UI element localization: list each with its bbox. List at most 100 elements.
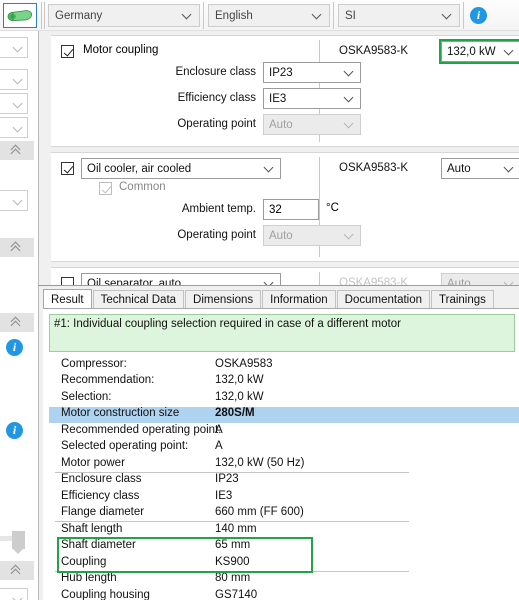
result-row-value: 80 mm (215, 572, 251, 584)
result-row[interactable]: Flange diameter 660 mm (FF 600) (49, 506, 519, 523)
scrollbar-thumb[interactable] (12, 531, 25, 554)
result-row-key: Hub length (61, 572, 117, 584)
chevron-down-icon (345, 67, 354, 79)
tab-result[interactable]: Result (43, 289, 92, 309)
ambient-temp-value: 32 (269, 203, 282, 216)
toolbar-divider-3 (203, 2, 204, 29)
oil-cooler-model-code: OSKA9583-K (339, 162, 409, 174)
motor-coupling-model-code: OSKA9583-K (339, 45, 409, 57)
tab-technical-data-label: Technical Data (100, 294, 177, 306)
language-select[interactable]: English (208, 4, 330, 27)
result-row-key: Recommendation: (61, 374, 155, 386)
gutter-select-4[interactable] (0, 117, 28, 138)
result-row[interactable]: Coupling housing GS7140 (49, 588, 519, 600)
result-row-value: IE3 (215, 489, 233, 502)
collapse-button-3[interactable] (0, 313, 34, 332)
oil-cooler-type-value: Oil cooler, air cooled (87, 162, 192, 175)
info-icon[interactable]: i (470, 7, 487, 24)
enclosure-class-value: IP23 (269, 66, 293, 79)
info-icon-1[interactable]: i (6, 339, 23, 356)
result-row-value: A (215, 423, 223, 436)
compressor-logo-button[interactable] (3, 3, 37, 28)
toolbar-divider-1 (41, 2, 42, 29)
toolbar-divider-5 (463, 2, 464, 29)
enclosure-class-label: Enclosure class (175, 66, 256, 78)
operating-point-label: Operating point (177, 118, 256, 130)
tab-information-label: Information (270, 294, 328, 306)
result-rows-highlight-ring (57, 536, 313, 573)
motor-coupling-title: Motor coupling (83, 44, 159, 56)
result-row-value: OSKA9583 (215, 357, 273, 370)
panel-oil-cooler: Oil cooler, air cooled Common Ambient te… (51, 152, 519, 262)
gutter-select-2[interactable] (0, 69, 28, 90)
ambient-temp-unit: °C (326, 202, 339, 214)
result-row[interactable]: Efficiency class IE3 (49, 489, 519, 506)
motor-coupling-checkbox[interactable] (61, 45, 74, 58)
oil-cooler-mode-select[interactable]: Auto (441, 158, 519, 179)
chevron-down-icon (345, 230, 354, 242)
result-row-value: 660 mm (FF 600) (215, 506, 304, 518)
common-checkbox (99, 182, 112, 195)
collapse-button-1[interactable] (0, 141, 34, 160)
oil-cooler-checkbox[interactable] (61, 162, 74, 175)
tab-technical-data[interactable]: Technical Data (92, 290, 185, 309)
tab-information[interactable]: Information (262, 290, 336, 309)
operating-point-value: Auto (269, 118, 293, 131)
result-row[interactable]: Enclosure class IP23 (49, 473, 519, 490)
result-row-value: 132,0 kW (215, 390, 264, 403)
country-value: Germany (55, 9, 103, 22)
left-gutter-strip: i i (0, 31, 38, 600)
compressor-logo-icon (7, 10, 33, 22)
result-row-key: Selection: (61, 390, 112, 403)
notice-message: #1: Individual coupling selection requir… (49, 314, 515, 352)
country-select[interactable]: Germany (48, 4, 200, 27)
result-row-value: 132,0 kW (215, 374, 264, 386)
tab-documentation[interactable]: Documentation (336, 290, 431, 309)
chevron-down-icon (345, 93, 354, 105)
result-row[interactable]: Recommendation: 132,0 kW (49, 374, 519, 391)
gutter-select-1[interactable] (0, 37, 28, 58)
result-row[interactable]: Hub length 80 mm (49, 572, 519, 589)
efficiency-class-select[interactable]: IE3 (263, 88, 361, 109)
collapse-button-4[interactable] (0, 561, 34, 580)
oil-cooler-mode-value: Auto (447, 162, 471, 175)
tab-dimensions-label: Dimensions (193, 294, 254, 306)
operating-point-select: Auto (263, 114, 361, 135)
gutter-select-5[interactable] (0, 190, 28, 211)
result-row-key: Shaft length (61, 522, 123, 535)
chevron-down-icon (345, 119, 354, 131)
collapse-button-2[interactable] (0, 238, 34, 257)
result-row-key: Enclosure class (61, 473, 142, 485)
top-toolbar: Germany English SI i (0, 0, 519, 31)
chevron-up-double-icon (10, 316, 24, 330)
result-row[interactable]: Compressor: OSKA9583 (49, 357, 519, 374)
enclosure-class-select[interactable]: IP23 (263, 62, 361, 83)
result-row[interactable]: Recommended operating point: A (49, 423, 519, 440)
result-row[interactable]: Selection: 132,0 kW (49, 390, 519, 407)
efficiency-class-value: IE3 (269, 92, 287, 105)
ambient-temp-input[interactable]: 32 (263, 199, 319, 220)
toolbar-divider-2 (44, 2, 45, 29)
gutter-select-3[interactable] (0, 93, 28, 114)
chevron-down-icon (313, 10, 322, 22)
result-row-key: Coupling housing (61, 588, 150, 600)
result-row-value: 132,0 kW (50 Hz) (215, 456, 305, 469)
gutter-scrollbar[interactable] (0, 531, 26, 555)
results-tab-bar: Result Technical Data Dimensions Informa… (43, 289, 495, 309)
result-row-value: IP23 (215, 473, 239, 485)
unit-system-select[interactable]: SI (338, 4, 460, 27)
result-row[interactable]: Motor power 132,0 kW (50 Hz) (49, 456, 519, 473)
info-icon-2[interactable]: i (6, 422, 23, 439)
component-configuration-area: Motor coupling Enclosure class IP23 Effi… (38, 31, 519, 307)
tab-dimensions[interactable]: Dimensions (185, 290, 262, 309)
toolbar-divider-4 (333, 2, 334, 29)
tab-trainings[interactable]: Trainings (431, 290, 494, 309)
result-tab-content: #1: Individual coupling selection requir… (43, 308, 519, 600)
result-row-key: Recommended operating point: (61, 423, 222, 436)
results-pane: Result Technical Data Dimensions Informa… (38, 285, 519, 600)
result-row-key: Flange diameter (61, 506, 145, 518)
gutter-select-6[interactable] (0, 588, 28, 600)
result-row[interactable]: Selected operating point: A (49, 440, 519, 457)
oil-cooler-type-select[interactable]: Oil cooler, air cooled (81, 158, 281, 179)
result-row[interactable]: Motor construction size 280S/M (49, 406, 519, 423)
